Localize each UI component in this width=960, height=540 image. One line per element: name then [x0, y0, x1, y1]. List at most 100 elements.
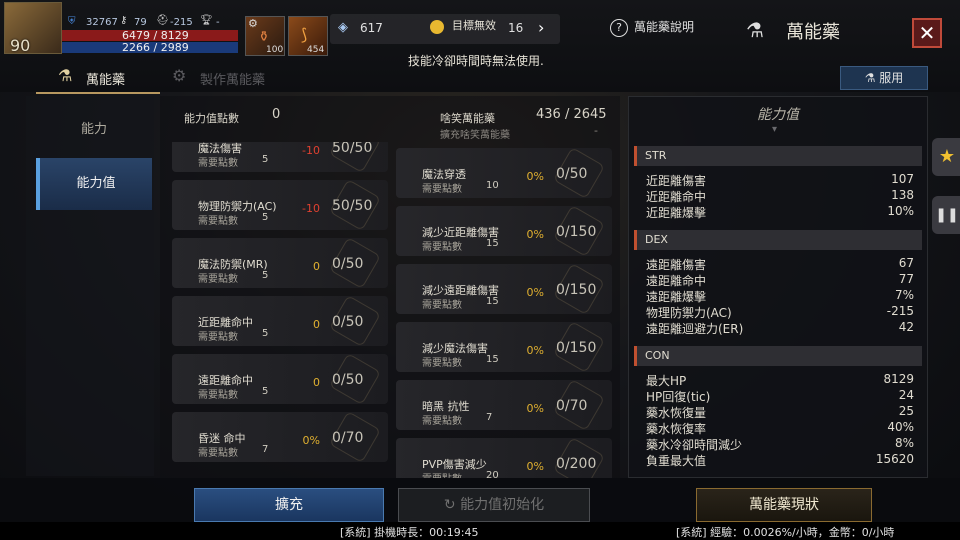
crystal-icon: ◈: [338, 20, 348, 35]
card-progress: 0/150: [556, 282, 597, 298]
elixir-tab-icon: ⚗: [58, 66, 73, 85]
right-card-list[interactable]: 魔法穿透 需要點數 10 0% 0/50 減少近距離傷害 需要點數 15 0% …: [396, 146, 616, 478]
stat-row: 近距離命中 138: [646, 188, 914, 204]
list-item[interactable]: 減少近距離傷害 需要點數 15 0% 0/150: [396, 205, 612, 257]
points-value: 0: [272, 107, 281, 122]
list-item[interactable]: PVP傷害減少 需要點數 20 0% 0/200: [396, 437, 612, 478]
slot-count: 454: [307, 45, 325, 55]
card-points: 15: [486, 354, 499, 365]
list-item[interactable]: 遠距離命中 需要點數 5 0 0/50: [172, 353, 388, 405]
card-progress: 0/50: [332, 256, 364, 272]
use-label: 服用: [879, 71, 904, 85]
trophy-icon: 🏆︎: [200, 15, 213, 26]
nav-item-stats[interactable]: 能力值: [36, 158, 152, 210]
card-percent: 0%: [526, 344, 544, 357]
mp-text: 2266 / 2989: [122, 41, 189, 54]
card-percent: -10: [302, 144, 320, 157]
card-points: 7: [262, 444, 269, 455]
card-points-label: 需要點數: [198, 448, 238, 459]
stat-value: 7%: [894, 288, 914, 302]
pause-icon: ❚❚: [935, 207, 959, 223]
card-percent: 0: [313, 376, 320, 389]
card-percent: 0%: [526, 170, 544, 183]
expand-button[interactable]: 擴充: [194, 488, 384, 522]
stat-value: 77: [898, 272, 914, 286]
list-item[interactable]: 近距離命中 需要點數 5 0 0/50: [172, 295, 388, 347]
chevron-down-icon: ▾: [772, 124, 778, 135]
stat-value: 8%: [894, 436, 914, 450]
resource-bar: ◈ 617 目標無效 16 ›: [330, 14, 560, 44]
list-item[interactable]: 昏迷 命中 需要點數 7 0% 0/70: [172, 411, 388, 463]
card-progress: 0/50: [332, 314, 364, 330]
stat-label: HP回復(tic): [646, 390, 711, 404]
notice-text: 技能冷卻時間時無法使用.: [408, 54, 544, 68]
stat-value: 15620: [875, 452, 914, 466]
stat-row: HP回復(tic) 24: [646, 388, 914, 404]
list-item[interactable]: 魔法傷害 需要點數 5 -10 50/50: [172, 142, 388, 173]
tab-craft-elixir[interactable]: 製作萬能藥: [200, 69, 265, 88]
stat-row: 遠距離迴避力(ER) 42: [646, 320, 914, 336]
stat-value: -215: [886, 304, 914, 318]
combat-power-icon: ⛨: [68, 16, 76, 27]
pause-button[interactable]: ❚❚: [932, 196, 960, 234]
card-points: 20: [486, 470, 499, 478]
stat-label: 藥水恢復率: [646, 422, 707, 436]
quick-slot-potion[interactable]: ⚙ ⚱ 100: [245, 16, 285, 56]
page-title: 萬能藥: [786, 22, 840, 43]
elixir-status-button[interactable]: 萬能藥現狀: [696, 488, 872, 522]
card-progress: 0/200: [556, 456, 597, 472]
list-item[interactable]: 魔法穿透 需要點數 10 0% 0/50: [396, 147, 612, 199]
elixir-small-icon: ⚗: [864, 71, 880, 85]
stat-value: 10%: [887, 204, 914, 218]
close-icon: ✕: [918, 21, 936, 45]
list-item[interactable]: 暗黑 抗性 需要點數 7 0% 0/70: [396, 379, 612, 431]
list-item[interactable]: 魔法防禦(MR) 需要點數 5 0 0/50: [172, 237, 388, 289]
card-points-label: 需要點數: [198, 158, 238, 169]
card-points: 5: [262, 386, 269, 397]
card-points-label: 需要點數: [422, 300, 462, 311]
stats-panel-title: 能力值: [757, 107, 799, 123]
target-invalid-overlay: 目標無效: [452, 19, 496, 32]
use-button[interactable]: ⚗ 服用: [840, 66, 928, 90]
card-percent: 0%: [526, 402, 544, 415]
left-card-list[interactable]: 魔法傷害 需要點數 5 -10 50/50 物理防禦力(AC) 需要點數 5 -…: [170, 142, 390, 468]
card-progress: 0/150: [556, 224, 597, 240]
card-percent: 0: [313, 260, 320, 273]
refresh-icon: ↻: [443, 497, 461, 513]
stat-label: 遠距離迴避力(ER): [646, 322, 744, 336]
stat-row: 最大HP 8129: [646, 372, 914, 388]
card-points: 15: [486, 296, 499, 307]
star-icon: ★: [938, 146, 956, 167]
quick-slot-horn[interactable]: ⟆ 454: [288, 16, 328, 56]
stat-value: 138: [891, 188, 914, 202]
reset-stats-button[interactable]: ↻ 能力值初始化: [398, 488, 590, 522]
card-points: 7: [486, 412, 493, 423]
stat-value: 24: [898, 388, 914, 402]
tab-underline: [36, 92, 160, 94]
card-progress: 0/70: [332, 430, 364, 446]
helmet-count: -215: [170, 17, 193, 28]
potion-icon: ⚱: [258, 29, 270, 45]
list-item[interactable]: 減少遠距離傷害 需要點數 15 0% 0/150: [396, 263, 612, 315]
list-item[interactable]: 減少魔法傷害 需要點數 15 0% 0/150: [396, 321, 612, 373]
tab-elixir[interactable]: 萬能藥: [86, 69, 125, 88]
card-points: 5: [262, 270, 269, 281]
stat-label: 藥水冷卻時間減少: [646, 438, 743, 452]
player-level: 90: [10, 36, 31, 55]
card-points-label: 需要點數: [422, 470, 462, 478]
card-progress: 0/50: [556, 166, 588, 182]
help-button[interactable]: ? 萬能藥說明: [610, 18, 720, 42]
close-button[interactable]: ✕: [912, 18, 942, 48]
slot-count: 100: [266, 45, 284, 55]
stat-value: 40%: [887, 420, 914, 434]
card-points-label: 需要點數: [422, 358, 462, 369]
section-con: CON: [634, 346, 922, 366]
card-percent: 0%: [302, 434, 320, 447]
nav-item-ability[interactable]: 能力: [36, 104, 152, 156]
points-label: 能力值點數: [184, 112, 239, 125]
list-item[interactable]: 物理防禦力(AC) 需要點數 5 -10 50/50: [172, 179, 388, 231]
stat-value: 8129: [883, 372, 914, 386]
favorite-button[interactable]: ★: [932, 138, 960, 176]
card-points: 15: [486, 238, 499, 249]
chevron-right-icon[interactable]: ›: [538, 18, 544, 37]
